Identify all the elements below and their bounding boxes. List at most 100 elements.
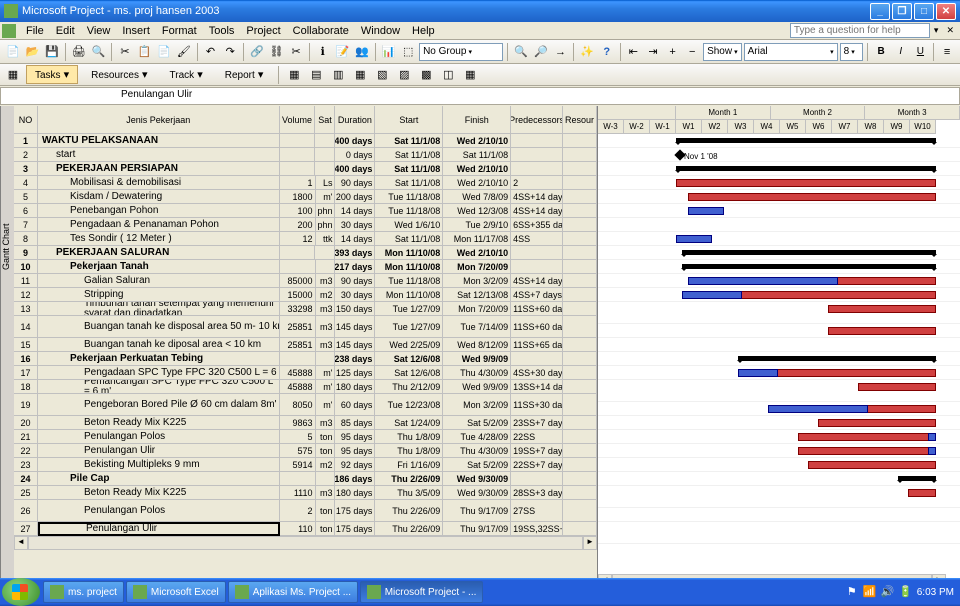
table-cell[interactable]: Mon 7/20/09 <box>443 260 511 274</box>
table-cell[interactable]: 95 days <box>335 444 375 458</box>
table-row[interactable]: 7Pengadaan & Penanaman Pohon200phn30 day… <box>14 218 597 232</box>
table-cell[interactable]: Sat 11/1/08 <box>375 232 443 246</box>
table-cell[interactable] <box>315 134 335 148</box>
vb-btn6[interactable]: ▨ <box>395 66 413 84</box>
goto-button[interactable]: → <box>552 43 570 61</box>
table-row[interactable]: 23Bekisting Multipleks 9 mm5914m292 days… <box>14 458 597 472</box>
table-cell[interactable]: 19SS+7 days <box>511 444 563 458</box>
table-cell[interactable]: Thu 2/26/09 <box>375 522 443 536</box>
table-cell[interactable]: 200 <box>280 218 316 232</box>
table-cell[interactable]: phn <box>316 218 336 232</box>
table-cell[interactable]: 85000 <box>280 274 316 288</box>
taskbar-item[interactable]: Aplikasi Ms. Project ... <box>228 581 358 603</box>
copy-button[interactable]: 📋 <box>136 43 154 61</box>
table-cell[interactable]: ton <box>316 522 336 536</box>
table-row[interactable]: 22Penulangan Ulir575ton95 daysThu 1/8/09… <box>14 444 597 458</box>
table-cell[interactable]: 19 <box>14 394 38 416</box>
table-row[interactable]: 24-Pile Cap186 daysThu 2/26/09Wed 9/30/0… <box>14 472 597 486</box>
gantt-bar[interactable] <box>738 369 778 377</box>
font-dropdown[interactable]: Arial▾ <box>744 43 838 61</box>
table-cell[interactable] <box>280 260 316 274</box>
table-cell[interactable] <box>511 246 563 260</box>
menu-window[interactable]: Window <box>355 23 406 39</box>
table-cell[interactable]: 90 days <box>335 274 375 288</box>
table-cell[interactable]: 60 days <box>335 394 375 416</box>
table-cell[interactable]: 145 days <box>335 316 375 338</box>
menu-help[interactable]: Help <box>406 23 441 39</box>
table-cell[interactable]: 26 <box>14 500 38 522</box>
vb-btn8[interactable]: ◫ <box>439 66 457 84</box>
unlink-button[interactable]: ⛓ <box>268 43 286 61</box>
table-cell[interactable]: Tue 11/18/08 <box>375 190 443 204</box>
table-cell[interactable]: 16 <box>14 352 38 366</box>
info-button[interactable]: ℹ <box>314 43 332 61</box>
table-cell[interactable]: Stripping <box>38 288 280 302</box>
table-cell[interactable]: Beton Ready Mix K225 <box>38 416 280 430</box>
table-cell[interactable]: Timbunan tanah setempat yang memenuhi sy… <box>38 302 280 316</box>
table-cell[interactable]: 125 days <box>335 366 375 380</box>
link-button[interactable]: 🔗 <box>248 43 266 61</box>
table-cell[interactable]: Thu 4/30/09 <box>443 444 511 458</box>
table-cell[interactable]: 6SS+355 days <box>511 218 563 232</box>
table-row[interactable]: 3-PEKERJAAN PERSIAPAN400 daysSat 11/1/08… <box>14 162 597 176</box>
table-cell[interactable]: Pengadaan SPC Type FPC 320 C500 L = 6 m' <box>38 366 280 380</box>
gantt-bar[interactable] <box>928 447 936 455</box>
help-search-input[interactable] <box>790 23 930 38</box>
table-row[interactable]: 25Beton Ready Mix K2251110m3180 daysThu … <box>14 486 597 500</box>
table-cell[interactable]: 186 days <box>335 472 375 486</box>
table-cell[interactable]: 5 <box>14 190 38 204</box>
table-row[interactable]: 13Timbunan tanah setempat yang memenuhi … <box>14 302 597 316</box>
table-cell[interactable]: m3 <box>316 302 336 316</box>
table-cell[interactable]: Wed 9/9/09 <box>443 380 511 394</box>
table-cell[interactable]: m3 <box>316 316 336 338</box>
track-tab[interactable]: Track ▾ <box>161 65 212 84</box>
table-cell[interactable]: Sat 11/1/08 <box>375 176 443 190</box>
table-cell[interactable]: 45888 <box>280 380 316 394</box>
table-cell[interactable]: Thu 2/26/09 <box>375 500 443 522</box>
table-cell[interactable]: 22SS+7 days <box>511 458 563 472</box>
zoom-in-button[interactable]: 🔍 <box>512 43 530 61</box>
table-cell[interactable]: 238 days <box>335 352 375 366</box>
taskbar-item[interactable]: Microsoft Project - ... <box>360 581 484 603</box>
table-row[interactable]: 4Mobilisasi & demobilisasi1Ls90 daysSat … <box>14 176 597 190</box>
table-cell[interactable]: Wed 2/10/10 <box>443 162 511 176</box>
col-resources[interactable]: Resour <box>563 106 597 134</box>
table-cell[interactable]: Penebangan Pohon <box>38 204 280 218</box>
table-cell[interactable] <box>511 162 563 176</box>
menu-tools[interactable]: Tools <box>203 23 241 39</box>
table-cell[interactable]: Ls <box>316 176 336 190</box>
table-row[interactable]: 16-Pekerjaan Perkuatan Tebing238 daysSat… <box>14 352 597 366</box>
publish-button[interactable]: 📊 <box>380 43 398 61</box>
table-cell[interactable]: 11 <box>14 274 38 288</box>
table-row[interactable]: 17Pengadaan SPC Type FPC 320 C500 L = 6 … <box>14 366 597 380</box>
table-cell[interactable]: 4SS+7 days <box>511 288 563 302</box>
table-cell[interactable]: Thu 2/12/09 <box>375 380 443 394</box>
align-button[interactable]: ≡ <box>938 43 956 61</box>
table-cell[interactable]: 2 <box>511 176 563 190</box>
table-row[interactable]: 19Pengeboran Bored Pile Ø 60 cm dalam 8m… <box>14 394 597 416</box>
table-cell[interactable] <box>280 472 316 486</box>
table-cell[interactable]: 575 <box>280 444 316 458</box>
table-cell[interactable]: 4SS+14 days <box>511 190 563 204</box>
table-cell[interactable]: Wed 2/10/10 <box>443 134 511 148</box>
format-painter-button[interactable]: 🖌 <box>175 43 193 61</box>
table-cell[interactable]: 10 <box>14 260 38 274</box>
table-cell[interactable]: 14 days <box>335 204 375 218</box>
help-dropdown-arrow[interactable]: ▾ <box>930 25 943 36</box>
help-button[interactable]: ? <box>598 43 616 61</box>
week-header[interactable]: W-3 <box>598 120 624 134</box>
gantt-bar[interactable] <box>682 291 742 299</box>
table-row[interactable]: 20Beton Ready Mix K2259863m385 daysSat 1… <box>14 416 597 430</box>
undo-button[interactable]: ↶ <box>202 43 220 61</box>
vb-btn5[interactable]: ▧ <box>373 66 391 84</box>
table-cell[interactable]: 11SS+30 days <box>511 394 563 416</box>
menubar-close-button[interactable]: ✕ <box>942 25 958 36</box>
col-task[interactable]: Jenis Pekerjaan <box>38 106 280 134</box>
table-cell[interactable]: Mon 7/20/09 <box>443 302 511 316</box>
table-cell[interactable] <box>563 486 597 500</box>
table-cell[interactable]: 200 days <box>335 190 375 204</box>
grid-scroll-left[interactable]: ◄ <box>14 536 28 550</box>
table-cell[interactable]: 90 days <box>335 176 375 190</box>
col-duration[interactable]: Duration <box>335 106 375 134</box>
table-cell[interactable]: 100 <box>280 204 316 218</box>
